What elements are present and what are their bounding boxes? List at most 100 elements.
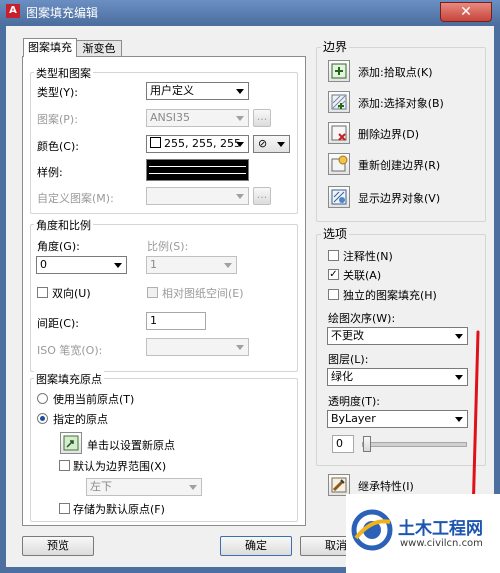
remove-boundary-icon [331,125,347,141]
chevron-down-icon [236,89,244,94]
transparency-label: 透明度(T): [328,395,381,408]
red-annotation-stroke [471,330,480,518]
angle-label: 角度(G): [37,240,80,253]
add-select-objects-label[interactable]: 添加:选择对象(B) [358,95,444,111]
color-dropdown[interactable]: 255, 255, 255 [146,135,249,153]
specified-origin-label: 指定的原点 [53,413,108,426]
chevron-down-icon [236,194,244,199]
no-color-icon: ⊘ [258,137,268,150]
angle-dropdown[interactable]: 0 [36,256,127,274]
custom-pattern-dropdown[interactable] [146,187,249,205]
pattern-value: ANSI35 [150,111,190,124]
type-value: 用户定义 [150,84,194,97]
annotative-checkbox[interactable] [328,250,339,261]
spacing-input[interactable]: 1 [146,312,206,330]
separate-hatches-checkbox[interactable] [328,289,339,300]
chevron-down-icon [236,116,244,121]
view-selections-label[interactable]: 显示边界对象(V) [358,190,440,206]
chevron-down-icon [189,485,197,490]
angle-scale-title: 角度和比例 [34,217,93,233]
remove-boundaries-button[interactable] [328,122,350,144]
scale-value: 1 [150,258,157,271]
transparency-slider-thumb[interactable] [363,436,371,452]
scale-label: 比例(S): [147,240,189,253]
annotative-label: 注释性(N) [343,250,393,263]
chevron-down-icon [455,334,463,339]
set-origin-label: 单击以设置新原点 [87,439,175,452]
autocad-app-icon: A [6,4,20,18]
transparency-dropdown[interactable]: ByLayer [327,410,468,428]
inherit-properties-button[interactable] [328,474,350,496]
spacing-label: 间距(C): [37,317,79,330]
separate-hatches-label: 独立的图案填充(H) [343,289,437,302]
type-dropdown[interactable]: 用户定义 [146,82,249,100]
associative-checkbox[interactable]: ✓ [328,269,339,280]
set-origin-button[interactable] [60,432,82,454]
remove-boundaries-label[interactable]: 删除边界(D) [358,126,419,142]
background-color-dropdown[interactable]: ⊘ [253,135,290,153]
color-value: 255, 255, 255 [164,137,241,150]
recreate-boundary-label[interactable]: 重新创建边界(R) [358,157,440,173]
default-extents-checkbox[interactable] [59,460,70,471]
add-pick-points-button[interactable] [328,60,350,82]
chevron-down-icon [114,263,122,268]
tab-hatch[interactable]: 图案填充 [23,38,77,57]
relative-paperspace-checkbox[interactable] [147,287,158,298]
preview-button[interactable]: 预览 [22,536,94,556]
draw-order-value: 不更改 [331,329,364,342]
boundaries-title: 边界 [321,38,350,55]
chevron-down-icon [455,375,463,380]
pattern-browse-button[interactable]: ... [253,109,271,127]
pick-point-icon [331,63,347,79]
store-default-origin-checkbox[interactable] [59,503,70,514]
view-selections-button[interactable] [328,186,350,208]
sample-line [149,166,246,167]
custom-pattern-browse-button[interactable]: ... [253,187,271,205]
transparency-slider-track[interactable] [362,442,467,447]
close-button[interactable]: ✕ [440,2,492,22]
chevron-down-icon [277,142,285,147]
type-pattern-title: 类型和图案 [34,65,93,81]
use-current-origin-label: 使用当前原点(T) [53,393,135,406]
origin-position-dropdown[interactable]: 左下 [86,478,202,496]
pattern-sample[interactable] [146,159,249,181]
add-select-objects-button[interactable] [328,91,350,113]
origin-position-value: 左下 [90,480,112,493]
specified-origin-radio[interactable] [37,413,48,424]
iso-penwidth-label: ISO 笔宽(O): [37,344,103,357]
options-group [316,234,486,466]
pattern-label: 图案(P): [37,113,78,126]
scale-dropdown[interactable]: 1 [146,256,237,274]
type-label: 类型(Y): [37,86,79,99]
store-default-origin-label: 存储为默认原点(F) [73,503,165,516]
associative-label: 关联(A) [343,269,382,282]
hatch-origin-title: 图案填充原点 [34,371,104,387]
color-label: 颜色(C): [37,140,79,153]
chevron-down-icon [224,263,232,268]
ok-button[interactable]: 确定 [220,536,292,556]
chevron-down-icon [455,417,463,422]
chevron-down-icon [236,345,244,350]
sample-line [149,173,246,174]
dialog-title: 图案填充编辑 [26,6,99,20]
use-current-origin-radio[interactable] [37,393,48,404]
recreate-boundary-icon [331,155,348,172]
pattern-dropdown[interactable]: ANSI35 [146,109,249,127]
draw-order-dropdown[interactable]: 不更改 [327,327,468,345]
select-objects-icon [331,94,347,110]
relative-paperspace-label: 相对图纸空间(E) [162,287,244,300]
transparency-value: ByLayer [331,412,376,425]
iso-penwidth-dropdown[interactable] [146,338,249,356]
white-swatch-icon [150,137,161,148]
layer-dropdown[interactable]: 绿化 [327,368,468,386]
add-pick-points-label[interactable]: 添加:拾取点(K) [358,64,433,80]
options-title: 选项 [321,225,350,242]
double-checkbox[interactable] [37,287,48,298]
layer-value: 绿化 [331,370,353,383]
inherit-properties-label[interactable]: 继承特性(I) [358,478,414,494]
draw-order-label: 绘图次序(W): [328,312,396,325]
transparency-number-input[interactable]: 0 [332,435,354,453]
tab-gradient[interactable]: 渐变色 [76,40,122,57]
recreate-boundary-button[interactable] [328,153,350,175]
watermark-name: 土木工程网 [398,519,483,539]
